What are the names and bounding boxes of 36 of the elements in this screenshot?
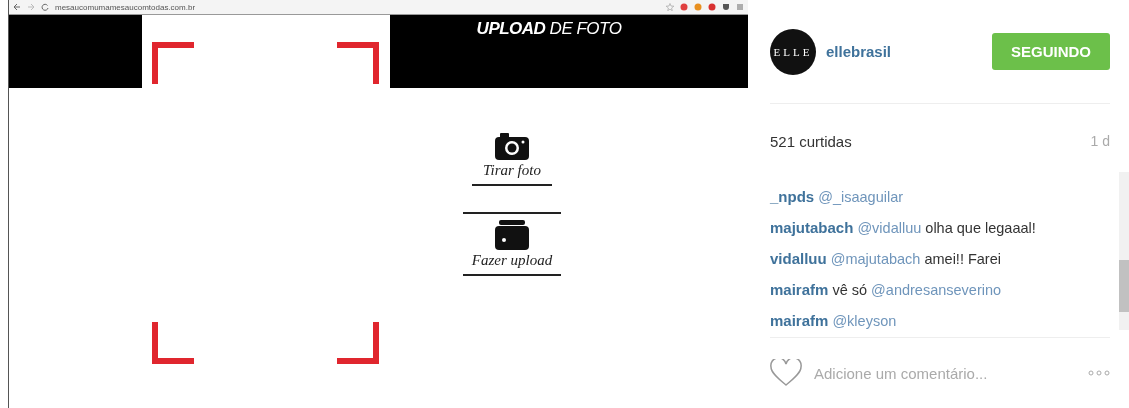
avatar[interactable]: ELLE xyxy=(770,28,816,75)
forward-icon[interactable] xyxy=(27,3,35,11)
mention-link[interactable]: @andresanseverino xyxy=(871,282,1002,298)
comment-text: olha que legaaal! xyxy=(925,220,1036,236)
post-age: 1 d xyxy=(1090,133,1110,149)
comment-username-link[interactable]: mairafm xyxy=(770,312,829,329)
comment-username-link[interactable]: vidalluu xyxy=(770,250,827,267)
mention-link[interactable]: @majutabach xyxy=(830,251,921,267)
comment-text: amei!! Farei xyxy=(924,251,1001,267)
more-icon[interactable] xyxy=(1088,370,1110,376)
star-icon[interactable] xyxy=(666,3,674,11)
comment-username-link[interactable]: _npds xyxy=(770,188,815,205)
url-text[interactable]: mesaucomumamesaucomtodas.com.br xyxy=(55,2,660,12)
mention-link[interactable]: @_isaaguilar xyxy=(818,189,904,205)
scrollbar[interactable] xyxy=(1119,172,1129,330)
comment-username-link[interactable]: mairafm xyxy=(770,281,829,298)
upload-title: UPLOAD DE FOTO xyxy=(476,19,622,39)
viewfinder-corner xyxy=(337,322,379,364)
folder-icon xyxy=(495,220,529,250)
likes-count[interactable]: 521 curtidas xyxy=(770,132,852,150)
back-icon[interactable] xyxy=(13,3,21,11)
viewfinder-corner xyxy=(152,42,194,84)
reload-icon[interactable] xyxy=(41,3,49,11)
mention-link[interactable]: @vidalluu xyxy=(857,220,922,236)
scrollbar-thumb[interactable] xyxy=(1119,260,1129,312)
heart-icon[interactable] xyxy=(770,359,802,387)
mention-link[interactable]: @kleyson xyxy=(832,313,897,329)
viewfinder-corner xyxy=(337,42,379,84)
camera-icon xyxy=(495,132,529,160)
comment-username-link[interactable]: majutabach xyxy=(770,219,854,236)
comment-text: vê só xyxy=(832,282,868,298)
shield-icon[interactable] xyxy=(722,3,730,11)
upload-option-button[interactable]: Tirar foto xyxy=(472,132,552,186)
username-link[interactable]: ellebrasil xyxy=(826,43,892,60)
upload-option-button[interactable]: Fazer upload xyxy=(463,212,561,276)
viewfinder-corner xyxy=(152,322,194,364)
